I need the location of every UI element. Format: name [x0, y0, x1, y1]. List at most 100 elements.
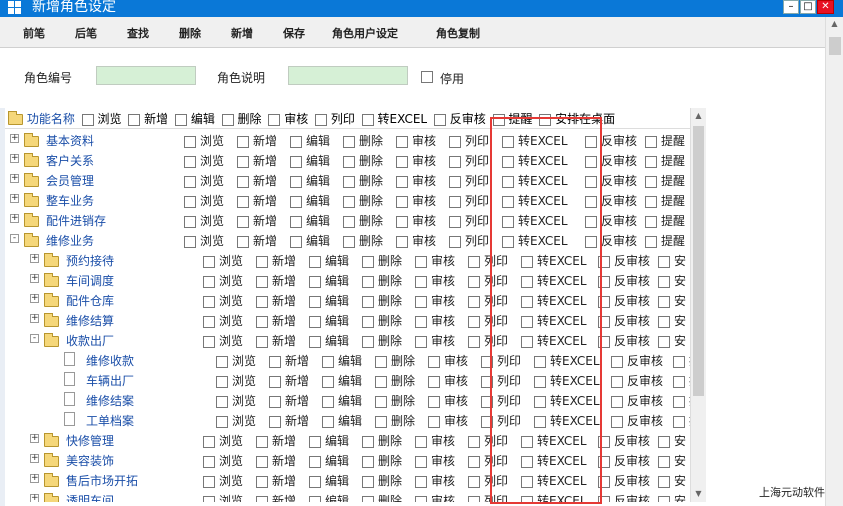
tree-node-label[interactable]: 车辆出厂	[86, 372, 134, 389]
permission-checkbox[interactable]	[290, 155, 302, 168]
permission-checkbox[interactable]	[343, 215, 355, 228]
permission-checkbox[interactable]	[396, 235, 408, 248]
expand-icon[interactable]: +	[30, 494, 39, 502]
tree-node-label[interactable]: 车间调度	[66, 272, 114, 289]
permission-checkbox[interactable]	[362, 435, 374, 448]
expand-icon[interactable]: +	[30, 454, 39, 463]
header-checkbox-4[interactable]	[268, 113, 281, 126]
permission-checkbox[interactable]	[611, 415, 623, 428]
permission-checkbox[interactable]	[673, 415, 685, 428]
tree-node-label[interactable]: 维修结算	[66, 312, 114, 329]
permission-checkbox[interactable]	[521, 455, 533, 468]
permission-checkbox[interactable]	[256, 495, 268, 502]
tree-node-label[interactable]: 售后市场开拓	[66, 472, 138, 489]
permission-checkbox[interactable]	[256, 295, 268, 308]
tree-scrollbar[interactable]: ▲ ▼	[690, 108, 706, 502]
permission-checkbox[interactable]	[673, 395, 685, 408]
permission-checkbox[interactable]	[449, 235, 461, 248]
permission-checkbox[interactable]	[396, 195, 408, 208]
permission-checkbox[interactable]	[415, 275, 427, 288]
permission-checkbox[interactable]	[585, 135, 597, 148]
permission-checkbox[interactable]	[534, 395, 546, 408]
permission-checkbox[interactable]	[343, 235, 355, 248]
permission-checkbox[interactable]	[203, 295, 215, 308]
permission-checkbox[interactable]	[237, 235, 249, 248]
permission-checkbox[interactable]	[502, 215, 514, 228]
tree-node-label[interactable]: 基本资料	[46, 132, 94, 149]
permission-checkbox[interactable]	[585, 215, 597, 228]
expand-icon[interactable]: +	[10, 194, 19, 203]
expand-icon[interactable]: +	[30, 254, 39, 263]
permission-checkbox[interactable]	[521, 315, 533, 328]
permission-checkbox[interactable]	[415, 255, 427, 268]
permission-checkbox[interactable]	[468, 335, 480, 348]
permission-checkbox[interactable]	[585, 155, 597, 168]
permission-checkbox[interactable]	[658, 295, 670, 308]
permission-checkbox[interactable]	[237, 195, 249, 208]
permission-checkbox[interactable]	[343, 155, 355, 168]
permission-checkbox[interactable]	[322, 415, 334, 428]
permission-checkbox[interactable]	[216, 355, 228, 368]
permission-checkbox[interactable]	[534, 415, 546, 428]
permission-checkbox[interactable]	[534, 355, 546, 368]
header-checkbox-7[interactable]	[433, 113, 446, 126]
permission-checkbox[interactable]	[521, 295, 533, 308]
permission-checkbox[interactable]	[203, 455, 215, 468]
permission-checkbox[interactable]	[521, 495, 533, 502]
permission-checkbox[interactable]	[269, 395, 281, 408]
permission-checkbox[interactable]	[585, 175, 597, 188]
tree-node-label[interactable]: 快修管理	[66, 432, 114, 449]
permission-checkbox[interactable]	[237, 175, 249, 188]
next-record-button[interactable]: 后笔	[75, 25, 97, 41]
permission-checkbox[interactable]	[256, 475, 268, 488]
permission-checkbox[interactable]	[468, 455, 480, 468]
permission-checkbox[interactable]	[521, 275, 533, 288]
permission-checkbox[interactable]	[585, 195, 597, 208]
permission-checkbox[interactable]	[468, 435, 480, 448]
permission-checkbox[interactable]	[521, 475, 533, 488]
save-button[interactable]: 保存	[283, 25, 305, 41]
permission-checkbox[interactable]	[658, 255, 670, 268]
permission-checkbox[interactable]	[673, 355, 685, 368]
tree-node-label[interactable]: 预约接待	[66, 252, 114, 269]
permission-checkbox[interactable]	[428, 395, 440, 408]
tree-node-label[interactable]: 会员管理	[46, 172, 94, 189]
expand-icon[interactable]: +	[10, 134, 19, 143]
permission-checkbox[interactable]	[322, 395, 334, 408]
tree-node-label[interactable]: 配件进销存	[46, 212, 106, 229]
permission-checkbox[interactable]	[449, 175, 461, 188]
tree-node-label[interactable]: 美容装饰	[66, 452, 114, 469]
permission-checkbox[interactable]	[309, 295, 321, 308]
header-checkbox-1[interactable]	[128, 113, 141, 126]
permission-checkbox[interactable]	[428, 415, 440, 428]
permission-checkbox[interactable]	[521, 335, 533, 348]
scroll-up-icon[interactable]: ▲	[691, 108, 706, 124]
permission-checkbox[interactable]	[415, 495, 427, 502]
permission-checkbox[interactable]	[449, 215, 461, 228]
permission-checkbox[interactable]	[598, 275, 610, 288]
permission-checkbox[interactable]	[375, 415, 387, 428]
permission-checkbox[interactable]	[598, 315, 610, 328]
permission-checkbox[interactable]	[673, 375, 685, 388]
permission-checkbox[interactable]	[658, 435, 670, 448]
permission-checkbox[interactable]	[216, 395, 228, 408]
permission-checkbox[interactable]	[216, 415, 228, 428]
permission-checkbox[interactable]	[203, 255, 215, 268]
permission-checkbox[interactable]	[343, 195, 355, 208]
permission-checkbox[interactable]	[598, 475, 610, 488]
permission-checkbox[interactable]	[611, 395, 623, 408]
permission-checkbox[interactable]	[428, 355, 440, 368]
header-checkbox-5[interactable]	[315, 113, 328, 126]
permission-checkbox[interactable]	[645, 175, 657, 188]
permission-checkbox[interactable]	[269, 415, 281, 428]
permission-checkbox[interactable]	[502, 195, 514, 208]
permission-checkbox[interactable]	[203, 275, 215, 288]
tree-node-label[interactable]: 收款出厂	[66, 332, 114, 349]
permission-checkbox[interactable]	[449, 155, 461, 168]
permission-checkbox[interactable]	[362, 455, 374, 468]
minimize-icon[interactable]: –	[783, 0, 799, 14]
role-code-input[interactable]	[96, 66, 196, 85]
collapse-icon[interactable]: -	[30, 334, 39, 343]
collapse-icon[interactable]: -	[10, 234, 19, 243]
permission-checkbox[interactable]	[362, 335, 374, 348]
